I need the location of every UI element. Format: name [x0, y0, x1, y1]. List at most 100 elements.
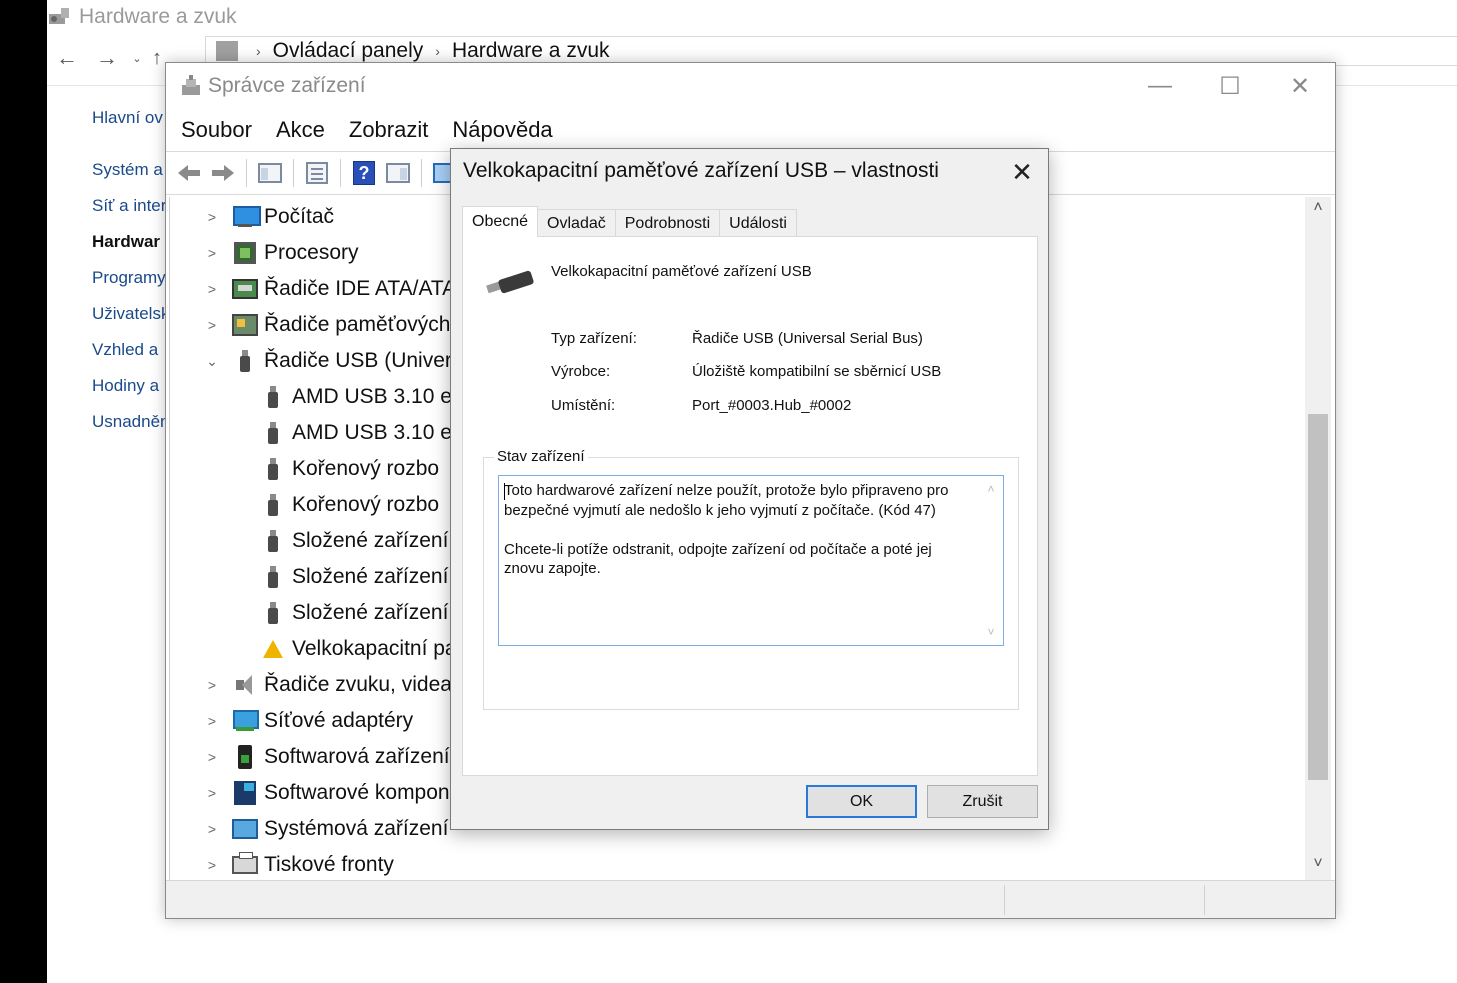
- control-panel-titlebar: Hardware a zvuk: [47, 0, 237, 34]
- tab-driver[interactable]: Ovladač: [537, 209, 616, 237]
- forward-arrow-icon[interactable]: →: [87, 45, 127, 71]
- device-status-textbox[interactable]: Toto hardwarové zařízení nelze použít, p…: [498, 475, 1004, 646]
- tree-item-software-components[interactable]: > Softwarové kompon: [202, 775, 450, 811]
- status-message: Toto hardwarové zařízení nelze použít, p…: [504, 482, 949, 519]
- tree-item-label: Kořenový rozbo: [292, 457, 440, 480]
- sidebar-item-appearance[interactable]: Vzhled a: [92, 332, 172, 368]
- vertical-scrollbar[interactable]: ˄ ˅: [1305, 197, 1331, 881]
- device-status-group: Stav zařízení Toto hardwarové zařízení n…: [483, 448, 1019, 710]
- menu-view[interactable]: Zobrazit: [349, 117, 428, 143]
- status-instruction: Chcete-li potíže odstranit, odpojte zaří…: [504, 540, 932, 578]
- computer-icon: [232, 205, 261, 229]
- tree-item-ide-controllers[interactable]: > Řadiče IDE ATA/ATA: [202, 271, 456, 307]
- scroll-down-icon[interactable]: ˅: [1305, 855, 1331, 879]
- device-type-label: Typ zařízení:: [551, 330, 637, 347]
- dialog-title: Velkokapacitní paměťové zařízení USB – v…: [463, 159, 939, 182]
- menu-file[interactable]: Soubor: [181, 117, 252, 143]
- sidebar-item-system-security[interactable]: Systém a: [92, 152, 172, 188]
- tab-events[interactable]: Události: [719, 209, 797, 237]
- tree-item-network-adapters[interactable]: > Síťové adaptéry: [202, 703, 413, 739]
- expand-chevron-icon[interactable]: >: [202, 281, 222, 297]
- breadcrumb-control-panels[interactable]: Ovládací panely: [273, 39, 424, 63]
- menu-bar: Soubor Akce Zobrazit Nápověda: [166, 111, 577, 149]
- tree-item-label: Složené zařízení: [292, 565, 449, 588]
- recent-locations-chevron-icon[interactable]: ⌄: [127, 52, 147, 65]
- tree-item-software-devices[interactable]: > Softwarová zařízení: [202, 739, 450, 775]
- tree-item-root-hub-2[interactable]: Kořenový rozbo: [260, 487, 439, 523]
- scrollbar-thumb[interactable]: [1308, 414, 1328, 780]
- system-device-icon: [232, 817, 258, 841]
- tree-item-label: Počítač: [264, 205, 335, 228]
- properties-button[interactable]: [302, 158, 332, 188]
- dialog-close-icon[interactable]: ✕: [1006, 157, 1038, 187]
- up-arrow-icon[interactable]: ↑: [147, 47, 167, 70]
- sidebar-item-clock-region[interactable]: Hodiny a: [92, 368, 172, 404]
- action-pane-button[interactable]: [383, 158, 413, 188]
- usb-icon: [260, 601, 286, 625]
- breadcrumb-separator: ›: [435, 43, 440, 59]
- maximize-icon[interactable]: ☐: [1207, 71, 1253, 101]
- ok-button[interactable]: OK: [806, 785, 917, 818]
- tree-item-print-queues[interactable]: > Tiskové fronty: [202, 847, 394, 881]
- tree-item-storage-controllers[interactable]: > Řadiče paměťových: [202, 307, 450, 343]
- tree-item-label: AMD USB 3.10 e: [292, 421, 452, 444]
- tree-item-sound-controllers[interactable]: > Řadiče zvuku, videa: [202, 667, 452, 703]
- status-bar-divider: [1204, 885, 1205, 915]
- close-icon[interactable]: ✕: [1277, 71, 1323, 101]
- expand-chevron-icon[interactable]: >: [202, 713, 222, 729]
- tree-item-amd-usb-2[interactable]: AMD USB 3.10 e: [260, 415, 452, 451]
- forward-button[interactable]: [208, 158, 238, 188]
- ide-controller-icon: [232, 277, 258, 301]
- menu-action[interactable]: Akce: [276, 117, 325, 143]
- tree-item-label: Síťové adaptéry: [264, 709, 414, 732]
- device-type-value: Řadiče USB (Universal Serial Bus): [692, 330, 923, 347]
- sidebar-item-home[interactable]: Hlavní ov: [92, 100, 172, 136]
- tab-general[interactable]: Obecné: [462, 206, 539, 237]
- tree-item-composite-2[interactable]: Složené zařízení: [260, 559, 448, 595]
- expand-chevron-icon[interactable]: >: [202, 857, 222, 873]
- tree-item-amd-usb-1[interactable]: AMD USB 3.10 e: [260, 379, 452, 415]
- expand-chevron-icon[interactable]: >: [202, 749, 222, 765]
- expand-chevron-icon[interactable]: >: [202, 821, 222, 837]
- collapse-chevron-icon[interactable]: ⌄: [202, 353, 222, 370]
- properties-icon: [306, 162, 328, 184]
- minimize-icon[interactable]: —: [1137, 71, 1183, 101]
- sidebar-item-user-accounts[interactable]: Uživatelsk: [92, 296, 172, 332]
- tree-item-label: Procesory: [264, 241, 359, 264]
- show-hide-console-tree-button[interactable]: [255, 158, 285, 188]
- device-manager-titlebar: Správce zařízení — ☐ ✕: [166, 63, 1335, 109]
- expand-chevron-icon[interactable]: >: [202, 245, 222, 261]
- status-scrollbar[interactable]: ˄ ˅: [981, 478, 1001, 643]
- expand-chevron-icon[interactable]: >: [202, 317, 222, 333]
- toolbar-separator: [421, 159, 422, 187]
- network-adapter-icon: [232, 709, 259, 733]
- expand-chevron-icon[interactable]: >: [202, 785, 222, 801]
- breadcrumb-hardware-sound[interactable]: Hardware a zvuk: [452, 39, 610, 63]
- tree-item-computer[interactable]: > Počítač: [202, 199, 334, 235]
- back-arrow-icon[interactable]: ←: [47, 45, 87, 71]
- expand-chevron-icon[interactable]: >: [202, 209, 222, 225]
- tree-item-label: Řadiče zvuku, videa: [264, 673, 452, 696]
- scroll-down-icon[interactable]: ˅: [981, 625, 1001, 639]
- tree-item-label: Tiskové fronty: [264, 853, 394, 876]
- sidebar-item-network-internet[interactable]: Síť a inter: [92, 188, 172, 224]
- tree-item-composite-3[interactable]: Složené zařízení: [260, 595, 448, 631]
- cancel-button[interactable]: Zrušit: [927, 785, 1038, 818]
- sidebar-item-hardware-sound[interactable]: Hardwar: [92, 224, 172, 260]
- tree-item-usb-controllers[interactable]: ⌄ Řadiče USB (Univers: [202, 343, 462, 379]
- menu-help[interactable]: Nápověda: [452, 117, 552, 143]
- tree-item-processors[interactable]: > Procesory: [202, 235, 359, 271]
- sidebar-item-ease-of-access[interactable]: Usnadněn: [92, 404, 172, 440]
- device-manager-icon: [178, 75, 204, 97]
- back-button[interactable]: [174, 158, 204, 188]
- help-button[interactable]: ?: [349, 158, 379, 188]
- scroll-up-icon[interactable]: ˄: [981, 482, 1001, 496]
- tree-item-root-hub-1[interactable]: Kořenový rozbo: [260, 451, 439, 487]
- tree-item-composite-1[interactable]: Složené zařízení: [260, 523, 448, 559]
- tree-item-mass-storage[interactable]: Velkokapacitní pa: [260, 631, 457, 667]
- tree-item-system-devices[interactable]: > Systémová zařízení: [202, 811, 449, 847]
- expand-chevron-icon[interactable]: >: [202, 677, 222, 693]
- tab-details[interactable]: Podrobnosti: [614, 209, 721, 237]
- sidebar-item-programs[interactable]: Programy: [92, 260, 172, 296]
- scroll-up-icon[interactable]: ˄: [1305, 199, 1331, 223]
